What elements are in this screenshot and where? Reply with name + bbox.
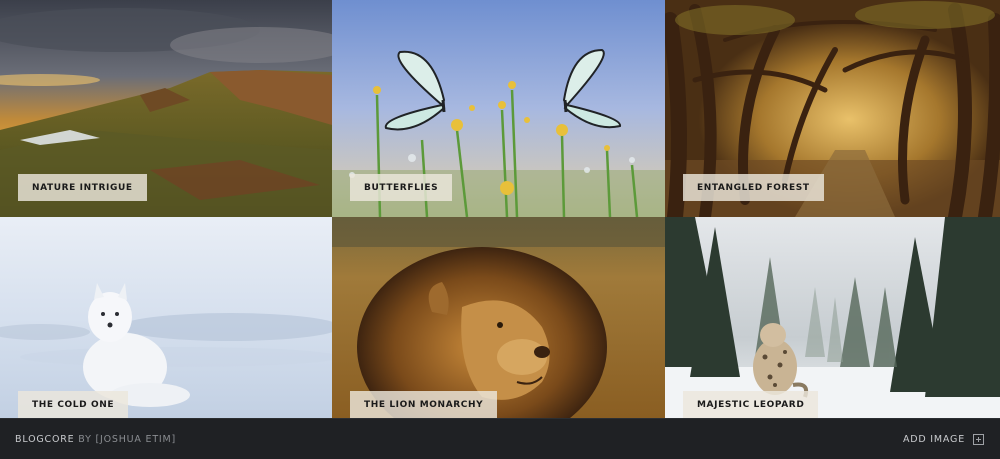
add-image-label: ADD IMAGE: [902, 433, 965, 445]
gallery-tile-butterflies[interactable]: BUTTERFLIES: [332, 0, 665, 217]
gallery-tile-the-lion-monarchy[interactable]: THE LION MONARCHY: [332, 217, 665, 418]
tile-caption: THE LION MONARCHY: [350, 391, 498, 418]
gallery-tile-the-cold-one[interactable]: THE COLD ONE: [0, 217, 332, 418]
brand-name[interactable]: BLOGCORE: [15, 434, 74, 445]
tile-caption: BUTTERFLIES: [350, 174, 453, 201]
tile-caption: THE COLD ONE: [18, 391, 129, 418]
lion-image: [332, 217, 665, 418]
brand-by: BY: [78, 433, 92, 445]
snow-leopard-image: [665, 217, 1000, 418]
site-credit: BLOGCORE BY [JOSHUA ETIM]: [15, 434, 176, 445]
gallery-tile-majestic-leopard[interactable]: MAJESTIC LEOPARD: [665, 217, 1000, 418]
footer-bar: BLOGCORE BY [JOSHUA ETIM] ADD IMAGE: [0, 418, 1000, 459]
add-image-button[interactable]: ADD IMAGE: [902, 433, 984, 445]
gallery-tile-entangled-forest[interactable]: ENTANGLED FOREST: [665, 0, 1000, 217]
tile-caption: MAJESTIC LEOPARD: [683, 391, 819, 418]
gallery-tile-nature-intrigue[interactable]: NATURE INTRIGUE: [0, 0, 332, 217]
image-gallery: NATURE INTRIGUE BUTTERFLIES ENTANGLED FO…: [0, 0, 1000, 418]
author-name[interactable]: [JOSHUA ETIM]: [96, 434, 177, 445]
arctic-fox-image: [0, 217, 332, 418]
tile-caption: NATURE INTRIGUE: [18, 174, 147, 201]
tile-caption: ENTANGLED FOREST: [683, 174, 824, 201]
plus-square-icon: [973, 433, 984, 445]
